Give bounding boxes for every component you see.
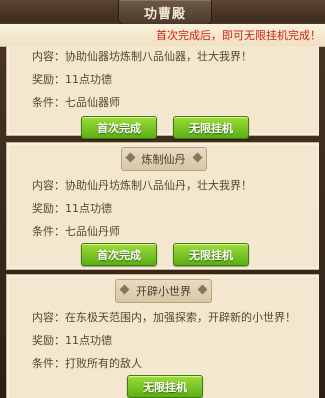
idle-button[interactable]: 无限挂机 (173, 243, 249, 266)
task-condition: 七品仙器师 (65, 96, 120, 109)
task-title: 炼制仙丹 (120, 147, 207, 171)
notice-text: 首次完成后，即可无限挂机完成！ (156, 29, 321, 42)
task-reward-line: 奖励：11点功德 (32, 202, 112, 215)
task-title-banner: 开辟小世界 (7, 279, 319, 303)
idle-button[interactable]: 无限挂机 (173, 116, 249, 139)
task-reward: 11点功德 (65, 73, 112, 86)
game-window: 功曹殿 首次完成后，即可无限挂机完成！ 内容：协助仙器坊炼制八品仙器，壮大我界！… (0, 0, 325, 398)
task-content: 协助仙器坊炼制八品仙器，壮大我界！ (65, 50, 252, 63)
title-plate: 功曹殿 (118, 0, 212, 25)
first-complete-button[interactable]: 首次完成 (81, 243, 157, 266)
window-title: 功曹殿 (143, 6, 186, 22)
task-reward-line: 奖励：11点功德 (32, 73, 112, 86)
task-condition: 打败所有的敌人 (65, 357, 142, 370)
task-content-line: 内容：在东极天范围内，加强探索，开辟新的小世界！ (32, 311, 296, 324)
task-reward: 11点功德 (65, 202, 112, 215)
task-reward-line: 奖励：11点功德 (32, 334, 112, 347)
task-condition: 七品仙丹师 (65, 225, 120, 238)
notice-bar: 首次完成后，即可无限挂机完成！ (0, 24, 325, 47)
task-content-line: 内容：协助仙丹坊炼制八品仙丹，壮大我界！ (32, 179, 252, 192)
task-content-line: 内容：协助仙器坊炼制八品仙器，壮大我界！ (32, 50, 252, 63)
task-content: 协助仙丹坊炼制八品仙丹，壮大我界！ (65, 179, 252, 192)
task-title: 开辟小世界 (115, 279, 212, 303)
task-list[interactable]: 内容：协助仙器坊炼制八品仙器，壮大我界！ 奖励：11点功德 条件：七品仙器师 首… (6, 46, 319, 398)
task-condition-line: 条件：七品仙丹师 (32, 225, 120, 238)
task-card: 内容：协助仙器坊炼制八品仙器，壮大我界！ 奖励：11点功德 条件：七品仙器师 首… (6, 46, 319, 139)
task-reward: 11点功德 (65, 334, 112, 347)
task-title-banner: 炼制仙丹 (7, 147, 319, 171)
idle-button[interactable]: 无限挂机 (127, 375, 203, 398)
task-card: 炼制仙丹 内容：协助仙丹坊炼制八品仙丹，壮大我界！ 奖励：11点功德 条件：七品… (6, 142, 319, 270)
task-condition-line: 条件：打败所有的敌人 (32, 357, 142, 370)
task-content: 在东极天范围内，加强探索，开辟新的小世界！ (65, 311, 296, 324)
task-card: 开辟小世界 内容：在东极天范围内，加强探索，开辟新的小世界！ 奖励：11点功德 … (6, 274, 319, 398)
first-complete-button[interactable]: 首次完成 (81, 116, 157, 139)
task-condition-line: 条件：七品仙器师 (32, 96, 120, 109)
